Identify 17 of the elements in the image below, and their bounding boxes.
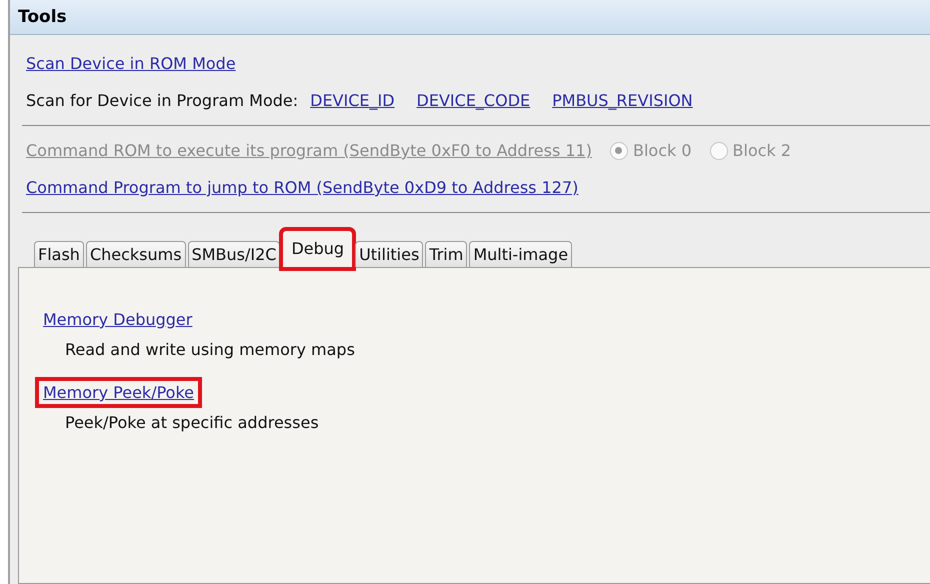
tab[interactable]: Checksums bbox=[86, 241, 186, 267]
tool-description: Read and write using memory maps bbox=[65, 340, 355, 359]
tab[interactable]: SMBus/I2C bbox=[188, 241, 280, 267]
tool-link[interactable]: Memory Debugger bbox=[39, 308, 196, 331]
tab[interactable]: Multi-image bbox=[469, 241, 572, 267]
scan-option-link[interactable]: DEVICE_ID bbox=[310, 91, 395, 110]
scan-program-label: Scan for Device in Program Mode: bbox=[26, 91, 298, 110]
panel-title: Tools bbox=[18, 7, 67, 27]
scan-option-link[interactable]: DEVICE_CODE bbox=[416, 91, 530, 110]
tab[interactable]: Utilities bbox=[355, 241, 424, 267]
scan-rom-link[interactable]: Scan Device in ROM Mode bbox=[26, 54, 236, 73]
tab[interactable]: Debug bbox=[282, 230, 354, 268]
tab[interactable]: Trim bbox=[425, 241, 468, 267]
command-program-link[interactable]: Command Program to jump to ROM (SendByte 0xD9 to Address 127) bbox=[26, 178, 578, 197]
tab[interactable]: Flash bbox=[34, 241, 84, 267]
scan-option-link[interactable]: PMBUS_REVISION bbox=[552, 91, 693, 110]
tool-description: Peek/Poke at specific addresses bbox=[65, 413, 319, 432]
